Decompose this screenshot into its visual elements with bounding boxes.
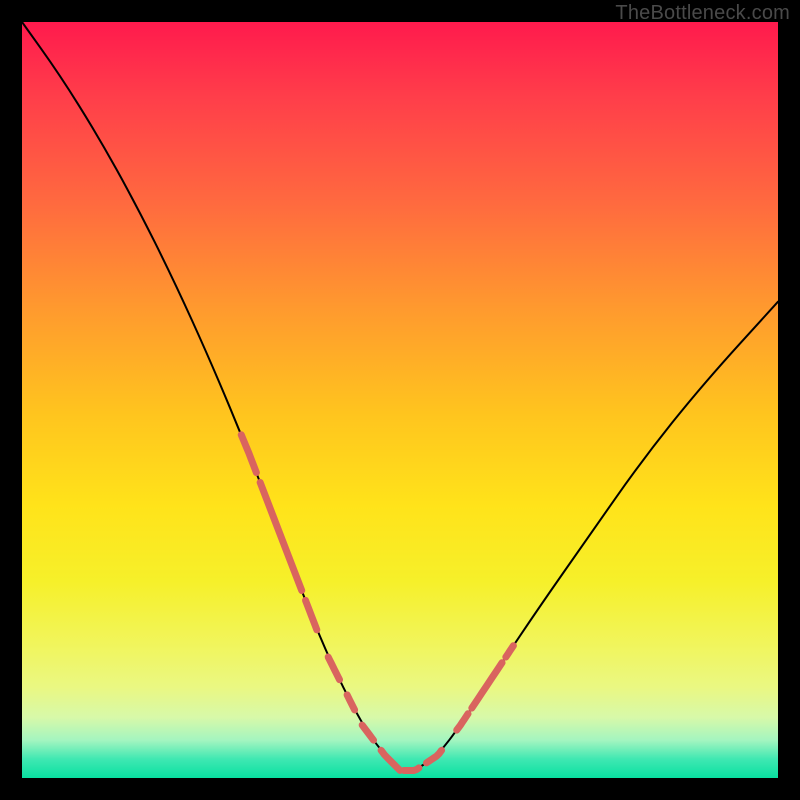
highlight-seg-4 <box>347 695 355 710</box>
highlight-seg-1 <box>260 482 302 590</box>
highlight-seg-9 <box>457 714 468 730</box>
highlight-seg-10 <box>472 663 502 708</box>
highlight-group <box>241 435 513 771</box>
highlight-seg-7 <box>404 768 419 771</box>
highlight-seg-2 <box>306 600 317 629</box>
bottleneck-curve <box>22 22 778 770</box>
highlight-seg-6 <box>381 750 400 770</box>
highlight-seg-11 <box>506 646 514 657</box>
plot-area <box>22 22 778 778</box>
chart-frame: TheBottleneck.com <box>0 0 800 800</box>
highlight-seg-0 <box>241 435 256 473</box>
highlight-seg-3 <box>328 657 339 680</box>
curve-svg <box>22 22 778 778</box>
highlight-seg-5 <box>362 725 373 740</box>
highlight-seg-8 <box>426 750 441 763</box>
